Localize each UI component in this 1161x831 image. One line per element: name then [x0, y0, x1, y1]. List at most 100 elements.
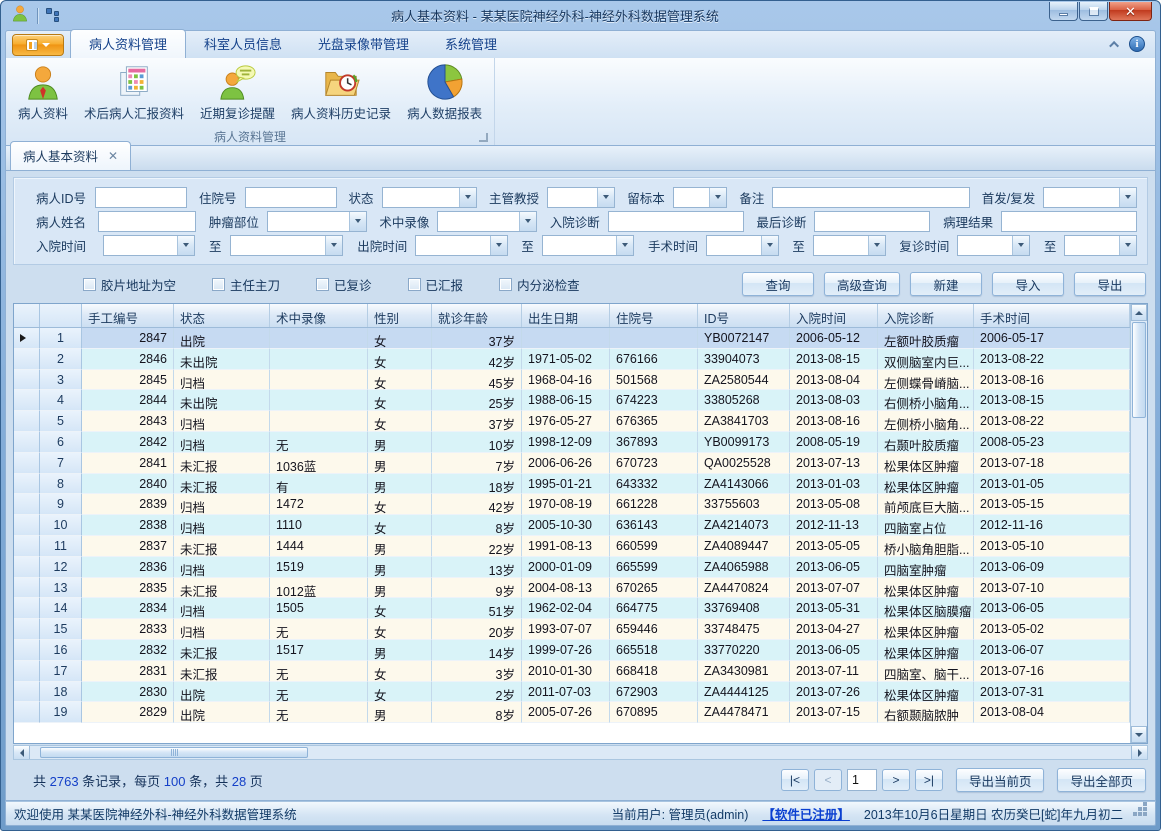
table-cell[interactable]: ZA4444125: [698, 682, 790, 703]
table-row[interactable]: 82840未汇报有男18岁1995-01-21643332ZA414306620…: [14, 474, 1130, 495]
patient-data-history-button[interactable]: 病人资料历史记录: [283, 60, 399, 124]
table-cell[interactable]: 2013-01-05: [974, 474, 1130, 495]
final-dx-input[interactable]: [814, 211, 930, 232]
table-cell[interactable]: 归档: [174, 432, 270, 453]
table-cell[interactable]: 45岁: [432, 370, 522, 391]
table-cell[interactable]: 松果体区肿瘤: [878, 619, 974, 640]
row-selector-cell[interactable]: [14, 328, 40, 349]
row-number-cell[interactable]: 7: [40, 453, 82, 474]
table-cell[interactable]: 2006-06-26: [522, 453, 610, 474]
table-cell[interactable]: 670895: [610, 702, 698, 723]
ribbon-tab-patient-data-management[interactable]: 病人资料管理: [70, 29, 186, 58]
table-cell[interactable]: 1971-05-02: [522, 349, 610, 370]
patient-data-report-button[interactable]: 病人数据报表: [399, 60, 490, 124]
table-cell[interactable]: 8岁: [432, 515, 522, 536]
row-number-cell[interactable]: 2: [40, 349, 82, 370]
table-cell[interactable]: 2842: [82, 432, 174, 453]
table-cell[interactable]: 2013-05-10: [974, 536, 1130, 557]
discharge-time-from-select[interactable]: [415, 235, 507, 256]
table-row[interactable]: 152833归档无女20岁1993-07-0765944633748475201…: [14, 619, 1130, 640]
checkbox-icon[interactable]: [408, 278, 421, 291]
last-page-button[interactable]: >|: [915, 769, 943, 791]
table-cell[interactable]: 2834: [82, 598, 174, 619]
table-cell[interactable]: 2013-07-18: [974, 453, 1130, 474]
row-number-cell[interactable]: 6: [40, 432, 82, 453]
table-cell[interactable]: 2832: [82, 640, 174, 661]
table-row[interactable]: 192829出院无男8岁2005-07-26670895ZA4478471201…: [14, 702, 1130, 723]
table-cell[interactable]: 右颞叶胶质瘤: [878, 432, 974, 453]
row-number-cell[interactable]: 12: [40, 557, 82, 578]
table-row[interactable]: 92839归档1472女42岁1970-08-19661228337556032…: [14, 494, 1130, 515]
row-number-cell[interactable]: 9: [40, 494, 82, 515]
table-cell[interactable]: 665518: [610, 640, 698, 661]
ribbon-tab-dept-staff-info[interactable]: 科室人员信息: [186, 30, 300, 58]
minimize-button[interactable]: [1049, 2, 1078, 21]
table-cell[interactable]: 33770220: [698, 640, 790, 661]
dropdown-arrow-icon[interactable]: [597, 188, 614, 207]
table-cell[interactable]: 33805268: [698, 390, 790, 411]
revisit-time-to-select[interactable]: [1064, 235, 1137, 256]
column-header-7[interactable]: 住院号: [610, 304, 698, 327]
table-cell[interactable]: 1472: [270, 494, 368, 515]
table-cell[interactable]: 未出院: [174, 349, 270, 370]
checkbox-icon[interactable]: [212, 278, 225, 291]
row-selector-cell[interactable]: [14, 640, 40, 661]
row-number-cell[interactable]: 8: [40, 474, 82, 495]
ribbon-tab-system-management[interactable]: 系统管理: [427, 30, 515, 58]
column-header-5[interactable]: 就诊年龄: [432, 304, 522, 327]
table-cell[interactable]: 10岁: [432, 432, 522, 453]
column-header-3[interactable]: 术中录像: [270, 304, 368, 327]
table-cell[interactable]: 2013-07-13: [790, 453, 878, 474]
table-cell[interactable]: 未汇报: [174, 661, 270, 682]
table-cell[interactable]: 未汇报: [174, 474, 270, 495]
table-cell[interactable]: 2013-07-11: [790, 661, 878, 682]
row-number-cell[interactable]: 16: [40, 640, 82, 661]
table-row[interactable]: 62842归档无男10岁1998-12-09367893YB0099173200…: [14, 432, 1130, 453]
admit-time-to-select[interactable]: [230, 235, 344, 256]
table-cell[interactable]: 2013-08-22: [974, 411, 1130, 432]
table-cell[interactable]: 643332: [610, 474, 698, 495]
table-cell[interactable]: 未汇报: [174, 578, 270, 599]
table-row[interactable]: 162832未汇报1517男14岁1999-07-266655183377022…: [14, 640, 1130, 661]
table-cell[interactable]: ZA4143066: [698, 474, 790, 495]
row-selector-cell[interactable]: [14, 661, 40, 682]
table-cell[interactable]: 无: [270, 702, 368, 723]
table-cell[interactable]: 2013-08-03: [790, 390, 878, 411]
table-cell[interactable]: 未汇报: [174, 536, 270, 557]
table-cell[interactable]: 33748475: [698, 619, 790, 640]
table-cell[interactable]: 归档: [174, 494, 270, 515]
table-cell[interactable]: 25岁: [432, 390, 522, 411]
table-cell[interactable]: 1993-07-07: [522, 619, 610, 640]
table-cell[interactable]: 有: [270, 474, 368, 495]
table-cell[interactable]: 男: [368, 536, 432, 557]
column-header-11[interactable]: 手术时间: [974, 304, 1130, 327]
checkbox-icon[interactable]: [83, 278, 96, 291]
table-cell[interactable]: 2013-07-31: [974, 682, 1130, 703]
table-cell[interactable]: 2013-08-16: [974, 370, 1130, 391]
table-cell[interactable]: 2000-01-09: [522, 557, 610, 578]
table-cell[interactable]: 女: [368, 370, 432, 391]
row-selector-cell[interactable]: [14, 682, 40, 703]
dropdown-arrow-icon[interactable]: [1119, 188, 1136, 207]
dropdown-arrow-icon[interactable]: [868, 236, 885, 255]
reported-checkbox[interactable]: 已汇报: [408, 275, 464, 294]
dropdown-arrow-icon[interactable]: [709, 188, 726, 207]
table-cell[interactable]: 出院: [174, 702, 270, 723]
table-cell[interactable]: 1970-08-19: [522, 494, 610, 515]
table-cell[interactable]: 18岁: [432, 474, 522, 495]
table-cell[interactable]: 松果体区肿瘤: [878, 578, 974, 599]
table-cell[interactable]: 2013-04-27: [790, 619, 878, 640]
table-cell[interactable]: 松果体区肿瘤: [878, 474, 974, 495]
column-header-1[interactable]: 手工编号: [82, 304, 174, 327]
table-cell[interactable]: 2845: [82, 370, 174, 391]
table-cell[interactable]: 出院: [174, 328, 270, 349]
query-button[interactable]: 查询: [742, 272, 814, 296]
row-selector-cell[interactable]: [14, 453, 40, 474]
patient-name-input[interactable]: [98, 211, 196, 232]
column-header-8[interactable]: ID号: [698, 304, 790, 327]
checkbox-icon[interactable]: [499, 278, 512, 291]
table-row[interactable]: 72841未汇报1036蓝男7岁2006-06-26670723QA002552…: [14, 453, 1130, 474]
table-cell[interactable]: 2836: [82, 557, 174, 578]
table-cell[interactable]: ZA4065988: [698, 557, 790, 578]
table-cell[interactable]: 男: [368, 640, 432, 661]
